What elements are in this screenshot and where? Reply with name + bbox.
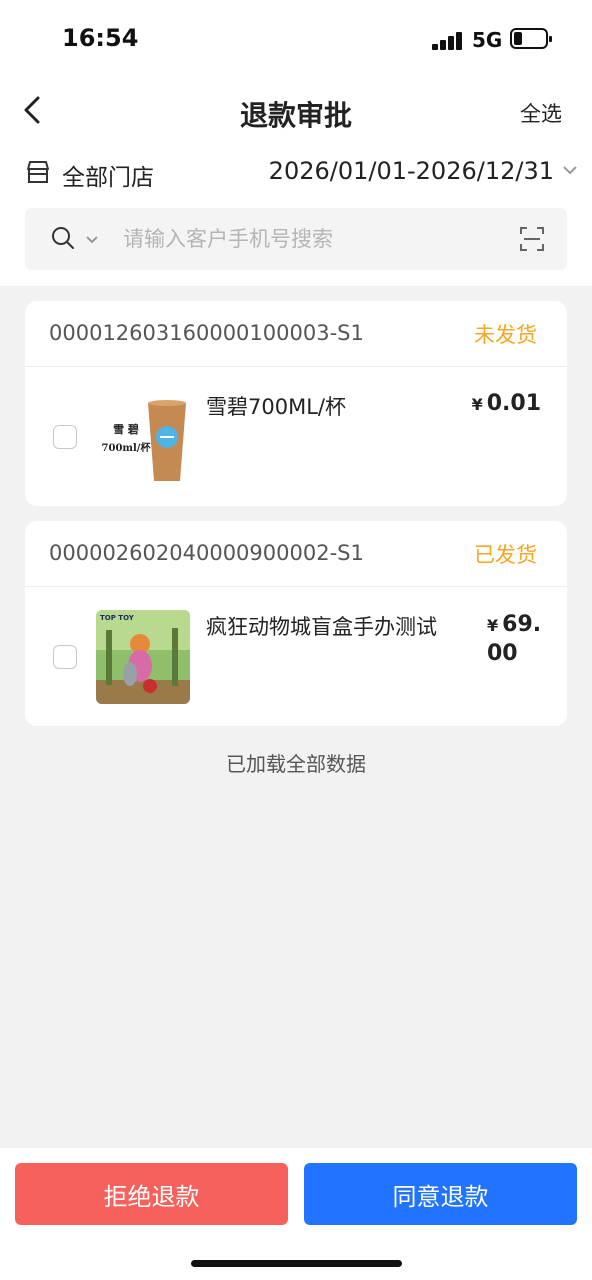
approve-refund-button[interactable]: 同意退款 [304,1163,577,1225]
reject-refund-button[interactable]: 拒绝退款 [15,1163,288,1225]
order-item: 雪 碧 700ml/杯 雪碧700ML/杯 ¥0.01 [25,367,567,505]
order-card-header: 000002602040000900002-S1 已发货 [25,521,567,587]
search-icon [52,227,74,249]
store-icon[interactable] [26,159,50,185]
store-selector[interactable]: 全部门店 [62,158,154,192]
bottom-action-bar: 拒绝退款 同意退款 [0,1148,592,1280]
order-card: 000002602040000900002-S1 已发货 TOP TOY 疯狂动… [25,521,567,726]
search-bar [25,208,567,270]
date-range-selector[interactable]: 2026/01/01-2026/12/31 [269,157,554,185]
product-name: 雪碧700ML/杯 [206,395,346,419]
svg-text:700ml/杯: 700ml/杯 [102,441,152,454]
scan-icon[interactable] [519,226,545,252]
chevron-down-icon[interactable] [562,164,578,176]
order-item: TOP TOY 疯狂动物城盲盒手办测试 ¥69. 00 [25,587,567,725]
network-label: 5G [472,28,503,52]
filter-row: 全部门店 2026/01/01-2026/12/31 [0,150,592,196]
status-bar: 16:54 5G [0,0,592,80]
svg-text:TOP TOY: TOP TOY [100,614,135,622]
order-status: 未发货 [474,323,537,347]
product-price: ¥0.01 [471,391,541,416]
product-price: ¥69. 00 [487,612,542,666]
order-checkbox[interactable] [53,645,77,669]
signal-icon [432,30,464,50]
search-type-chevron-icon[interactable] [85,235,99,245]
battery-icon [510,28,552,49]
page-title: 退款审批 [239,99,352,132]
home-indicator [191,1260,402,1267]
select-all-button[interactable]: 全选 [520,98,562,128]
list-end-note: 已加载全部数据 [226,752,366,776]
product-image: 雪 碧 700ml/杯 [96,397,190,491]
order-status: 已发货 [474,543,537,567]
order-card-header: 000012603160000100003-S1 未发货 [25,301,567,367]
product-name: 疯狂动物城盲盒手办测试 [206,615,437,639]
status-time: 16:54 [62,24,139,52]
search-input[interactable] [123,222,503,256]
order-number: 000002602040000900002-S1 [49,541,364,565]
order-checkbox[interactable] [53,425,77,449]
product-image: TOP TOY [96,610,190,704]
svg-text:雪 碧: 雪 碧 [113,422,139,436]
order-card: 000012603160000100003-S1 未发货 雪 碧 700ml/杯… [25,301,567,506]
order-number: 000012603160000100003-S1 [49,321,364,345]
nav-bar: 退款审批 全选 [0,84,592,140]
